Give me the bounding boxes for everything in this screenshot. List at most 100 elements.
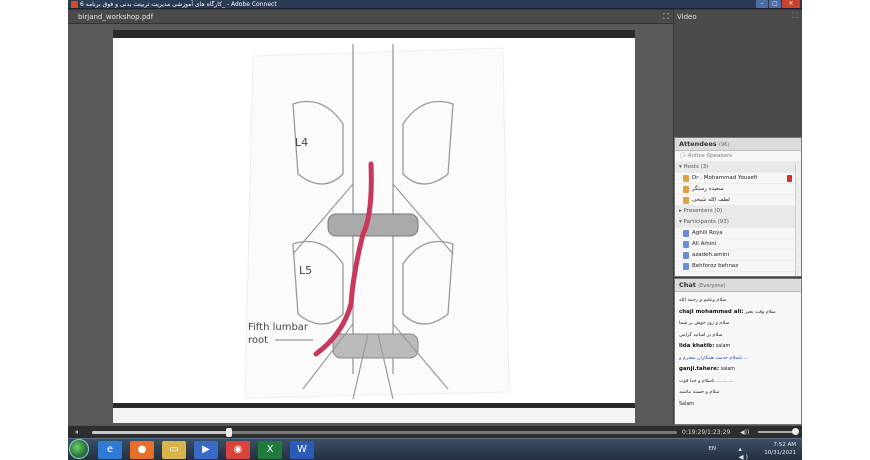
video-fullscreen-icon[interactable]: ⛶: [792, 11, 798, 21]
firefox-icon[interactable]: ●: [130, 441, 154, 459]
clock[interactable]: 7:52 AM 10/31/2021: [764, 441, 796, 457]
share-filename: birjand_workshop.pdf: [78, 13, 154, 21]
chat-message: سلام و خسته نباشید: [675, 387, 801, 399]
host-avatar-icon: [683, 197, 689, 204]
chat-text: سلام وقت بخیر: [744, 309, 776, 315]
participant-name: Ali Amini: [692, 241, 717, 247]
spine-figure: L4 L5 Fifth lumbar root: [244, 44, 510, 399]
participant-row[interactable]: azadeh.amini: [675, 250, 801, 261]
host-avatar-icon: [683, 186, 689, 193]
host-row[interactable]: سعیده رستگر: [675, 184, 801, 195]
chat-text: salam: [720, 367, 735, 372]
chrome-icon[interactable]: ◉: [226, 441, 250, 459]
chat-text: باسلام خدمت همکاران محترم و ...: [679, 355, 749, 361]
chat-text: سلام و روز خوش بر شما: [679, 321, 730, 326]
playback-bar: ⏸ 0:19:29/1:23:29 ◀)): [68, 425, 802, 438]
fullscreen-icon[interactable]: ⛶: [663, 12, 669, 22]
presenters-section[interactable]: ▸ Presenters (0): [675, 206, 801, 217]
start-button[interactable]: [69, 439, 89, 459]
volume-icon[interactable]: ◀)): [740, 427, 749, 438]
folder-icon[interactable]: ▭: [162, 441, 186, 459]
participant-name: Behforoz behnaz: [692, 263, 739, 269]
clock-date: 10/31/2021: [764, 450, 796, 456]
clock-time: 7:52 AM: [773, 442, 796, 448]
windows-taskbar: e ● ▭ ▶ ◉ XW EN ▴ ◀) ⚑ ▭ 7:52 AM 10/31/2021: [68, 438, 802, 460]
label-root: root: [248, 335, 268, 346]
chat-message: ganji.tahere: salam: [675, 364, 801, 376]
chat-text: سلام بر اساتید گرامی: [679, 332, 723, 338]
playback-progress: [92, 431, 230, 434]
host-name: لطف الله شیخی: [692, 197, 730, 203]
host-row[interactable]: لطف الله شیخی: [675, 195, 801, 206]
attendees-scrollbar[interactable]: [795, 164, 801, 276]
page-top-strip: [113, 30, 635, 38]
attendees-header: Attendees (96): [675, 138, 801, 151]
word-icon[interactable]: W: [290, 441, 314, 459]
participants-section[interactable]: ▾ Participants (93): [675, 217, 801, 228]
volume-slider[interactable]: [758, 428, 799, 435]
active-speakers-row: 🗣 Active Speakers: [675, 151, 801, 162]
chat-text: Salam: [679, 401, 694, 407]
minimize-button[interactable]: –: [756, 0, 768, 8]
chat-message: باسلام خدمت همکاران محترم و ...: [675, 353, 801, 365]
participant-name: azadeh.amini: [692, 252, 730, 258]
host-row[interactable]: Dr . Mohammad Yousefi: [675, 173, 801, 184]
hosts-section[interactable]: ▾ Hosts (3): [675, 162, 801, 173]
chat-message: باسلام و خدا قوت ... ... ...: [675, 376, 801, 388]
chat-message: سلام وعلیم و رحمة الله: [675, 295, 801, 307]
microphone-icon: [787, 175, 792, 182]
chat-scope[interactable]: (Everyone): [698, 283, 725, 289]
playback-track[interactable]: [92, 428, 677, 437]
chat-sender: chaji mohammad ali:: [679, 308, 744, 315]
share-pod-header: birjand_workshop.pdf ⛶: [68, 10, 673, 24]
playback-time: 0:19:29/1:23:29: [682, 429, 731, 436]
participants-header: Participants (93): [683, 219, 729, 225]
chat-message: سلام بر اساتید گرامی: [675, 330, 801, 342]
tray-icons[interactable]: ▴ ◀) ⚑ ▭: [738, 445, 750, 460]
participant-avatar-icon: [683, 230, 689, 237]
label-l5: L5: [299, 264, 312, 277]
label-l4: L4: [295, 136, 308, 149]
video-pod: Video ⛶: [674, 10, 802, 137]
participant-row[interactable]: Behforoz behnaz: [675, 261, 801, 272]
ie-icon[interactable]: e: [98, 441, 122, 459]
participant-row[interactable]: Aghili Roya: [675, 228, 801, 239]
participant-name: Aghili Roya: [692, 230, 723, 236]
attendees-pod: Attendees (96) 🗣 Active Speakers ▾ Hosts…: [674, 137, 802, 277]
active-speakers-label: Active Speakers: [687, 153, 733, 159]
volume-knob[interactable]: [792, 428, 799, 435]
participant-avatar-icon: [683, 263, 689, 270]
chat-text: باسلام و خدا قوت ... ... ...: [679, 378, 733, 384]
excel-icon[interactable]: X: [258, 441, 282, 459]
chat-title: Chat: [679, 281, 696, 289]
pdf-page: L4 L5 Fifth lumbar root: [113, 30, 635, 423]
page-bottom-area: [113, 408, 635, 423]
hosts-header: Hosts (3): [683, 164, 709, 170]
participant-avatar-icon: [683, 252, 689, 259]
host-name: سعیده رستگر: [692, 186, 724, 192]
playback-scrubber[interactable]: [226, 428, 233, 437]
chat-pod: Chat (Everyone) سلام وعلیم و رحمة الله c…: [674, 278, 802, 425]
attendees-title: Attendees: [679, 140, 717, 148]
media-player-icon[interactable]: ▶: [194, 441, 218, 459]
chat-message: lida khatib: salam: [675, 341, 801, 353]
pause-icon[interactable]: ⏸: [75, 428, 79, 437]
maximize-button[interactable]: ▢: [769, 0, 781, 8]
chat-sender: lida khatib:: [679, 343, 715, 349]
close-button[interactable]: ✕: [782, 0, 800, 8]
window-titlebar: کارگاه های آموزشی مدیریت تربیتت بدنی و ف…: [68, 0, 802, 9]
chat-text: سلام و خسته نباشید: [679, 390, 720, 395]
chat-text: سلام وعلیم و رحمة الله: [679, 298, 727, 303]
language-indicator[interactable]: EN: [708, 446, 716, 452]
chat-message: chaji mohammad ali: سلام وقت بخیر: [675, 307, 801, 319]
desktop-screen: کارگاه های آموزشی مدیریت تربیتت بدنی و ف…: [68, 0, 802, 460]
chat-header: Chat (Everyone): [675, 279, 801, 292]
share-pod: birjand_workshop.pdf ⛶ L4 L5 Fifth lumba…: [68, 10, 673, 425]
participant-row[interactable]: Ali Amini: [675, 239, 801, 250]
window-title: کارگاه های آموزشی مدیریت تربیتت بدنی و ف…: [80, 1, 277, 8]
chat-message: Salam: [675, 399, 801, 411]
chat-text: salam: [715, 344, 731, 349]
host-name: Dr . Mohammad Yousefi: [692, 175, 758, 181]
host-avatar-icon: [683, 175, 689, 182]
chat-sender: ganji.tahere:: [679, 366, 720, 372]
